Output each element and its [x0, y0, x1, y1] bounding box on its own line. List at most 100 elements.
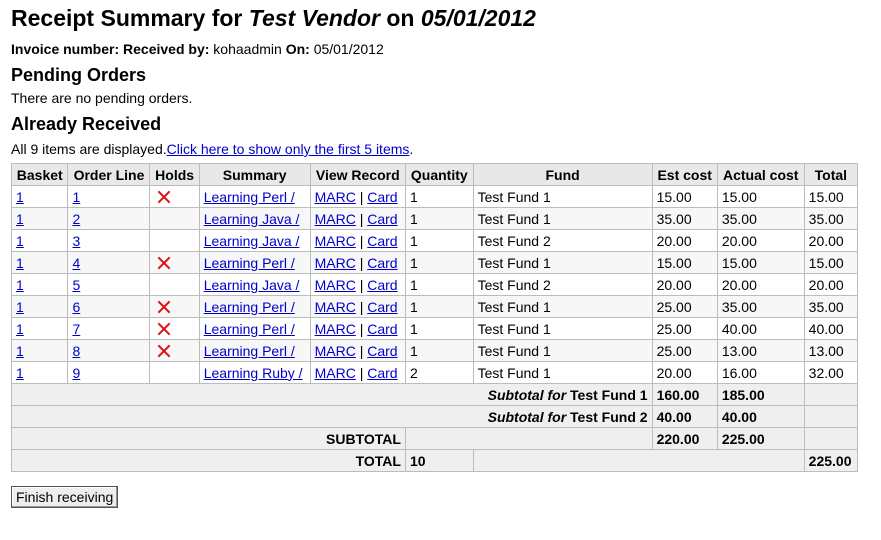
table-row: 1 4 Learning Perl / MARC | Card 1 Test Fund 1…	[10, 251, 859, 274]
card-link[interactable]: Card	[367, 277, 397, 293]
red-x-icon	[156, 343, 172, 359]
basket-link[interactable]: 1	[16, 277, 24, 293]
quantity-cell: 1	[404, 207, 474, 230]
total-cell: 20.00	[803, 273, 859, 296]
marc-link[interactable]: MARC	[315, 211, 356, 227]
subtotal-label: SUBTOTAL	[11, 427, 406, 450]
order-line-link[interactable]: 3	[72, 233, 80, 249]
card-link[interactable]: Card	[367, 365, 397, 381]
card-link[interactable]: Card	[367, 255, 397, 271]
order-line-link[interactable]: 2	[72, 211, 80, 227]
actual-cost-cell: 15.00	[716, 185, 805, 208]
basket-link[interactable]: 1	[16, 321, 24, 337]
order-line-link[interactable]: 4	[72, 255, 80, 271]
total-cell: 15.00	[803, 185, 859, 208]
order-line-link[interactable]: 1	[72, 189, 80, 205]
summary-link[interactable]: Learning Perl /	[204, 321, 295, 337]
col-quantity: Quantity	[404, 163, 474, 186]
card-link[interactable]: Card	[367, 211, 397, 227]
total-row: TOTAL 10 225.00	[11, 449, 859, 472]
summary-link[interactable]: Learning Java /	[204, 233, 300, 249]
show-first-5-link[interactable]: Click here to show only the first 5 item…	[167, 141, 410, 157]
marc-link[interactable]: MARC	[315, 277, 356, 293]
marc-link[interactable]: MARC	[315, 255, 356, 271]
est-cost-cell: 15.00	[651, 251, 718, 274]
table-row: 1 1 Learning Perl / MARC | Card 1 Test Fund 1…	[10, 185, 859, 208]
col-view-record: View Record	[309, 163, 406, 186]
basket-link[interactable]: 1	[16, 211, 24, 227]
basket-link[interactable]: 1	[16, 233, 24, 249]
card-link[interactable]: Card	[367, 233, 397, 249]
col-holds: Holds	[149, 163, 200, 186]
received-by-value: kohaadmin	[213, 41, 282, 57]
order-line-link[interactable]: 8	[72, 343, 80, 359]
quantity-cell: 1	[404, 251, 474, 274]
marc-link[interactable]: MARC	[315, 233, 356, 249]
quantity-cell: 2	[404, 361, 474, 384]
summary-link[interactable]: Learning Perl /	[204, 255, 295, 271]
marc-link[interactable]: MARC	[315, 321, 356, 337]
table-header-row: Basket Order Line Holds Summary View Rec…	[10, 163, 859, 186]
page-title: Receipt Summary for Test Vendor on 05/01…	[11, 5, 536, 31]
summary-link[interactable]: Learning Perl /	[204, 343, 295, 359]
red-x-icon	[156, 321, 172, 337]
est-cost-cell: 20.00	[651, 273, 718, 296]
actual-cost-cell: 13.00	[716, 339, 805, 362]
col-summary: Summary	[198, 163, 311, 186]
already-received-heading: Already Received	[11, 114, 162, 134]
quantity-cell: 1	[404, 317, 474, 340]
items-displayed-text: All 9 items are displayed.Click here to …	[11, 141, 414, 157]
card-link[interactable]: Card	[367, 321, 397, 337]
marc-link[interactable]: MARC	[315, 189, 356, 205]
quantity-cell: 1	[404, 185, 474, 208]
card-link[interactable]: Card	[367, 343, 397, 359]
card-link[interactable]: Card	[367, 299, 397, 315]
vendor-name: Test Vendor	[248, 5, 380, 31]
basket-link[interactable]: 1	[16, 343, 24, 359]
col-basket: Basket	[10, 163, 69, 186]
actual-cost-cell: 20.00	[716, 273, 805, 296]
order-line-link[interactable]: 7	[72, 321, 80, 337]
summary-link[interactable]: Learning Java /	[204, 277, 300, 293]
pending-orders-heading: Pending Orders	[11, 65, 147, 85]
total-cell: 13.00	[803, 339, 859, 362]
total-cell: 40.00	[803, 317, 859, 340]
col-fund: Fund	[472, 163, 653, 186]
summary-link[interactable]: Learning Java /	[204, 211, 300, 227]
col-order-line: Order Line	[67, 163, 151, 186]
order-line-link[interactable]: 6	[72, 299, 80, 315]
subtotal-est: 160.00	[651, 383, 718, 406]
received-items-table: Basket Order Line Holds Summary View Rec…	[10, 163, 859, 472]
receipt-date: 05/01/2012	[420, 5, 536, 31]
est-cost-cell: 25.00	[651, 317, 718, 340]
on-label: On:	[285, 41, 310, 57]
card-link[interactable]: Card	[367, 189, 397, 205]
basket-link[interactable]: 1	[16, 299, 24, 315]
basket-link[interactable]: 1	[16, 189, 24, 205]
table-row: 1 7 Learning Perl / MARC | Card 1 Test Fund 1…	[10, 317, 859, 340]
quantity-cell: 1	[404, 339, 474, 362]
order-line-link[interactable]: 5	[72, 277, 80, 293]
total-cell: 35.00	[803, 207, 859, 230]
basket-link[interactable]: 1	[16, 365, 24, 381]
invoice-number-label: Invoice number:	[11, 41, 120, 57]
marc-link[interactable]: MARC	[315, 299, 356, 315]
fund-cell: Test Fund 1	[472, 295, 653, 318]
basket-link[interactable]: 1	[16, 255, 24, 271]
total-quantity: 10	[404, 449, 474, 472]
table-row: 1 3 Learning Java / MARC | Card 1 Test Fund 2…	[10, 229, 859, 252]
table-row: 1 2 Learning Java / MARC | Card 1 Test Fund 1…	[10, 207, 859, 230]
finish-receiving-button[interactable]: Finish receiving	[11, 486, 119, 508]
subtotal-row: SUBTOTAL 220.00 225.00	[11, 427, 859, 450]
actual-cost-cell: 16.00	[716, 361, 805, 384]
marc-link[interactable]: MARC	[315, 365, 356, 381]
summary-link[interactable]: Learning Perl /	[204, 299, 295, 315]
marc-link[interactable]: MARC	[315, 343, 356, 359]
order-line-link[interactable]: 9	[72, 365, 80, 381]
total-cell: 20.00	[803, 229, 859, 252]
summary-link[interactable]: Learning Ruby /	[204, 365, 303, 381]
actual-cost-cell: 40.00	[716, 317, 805, 340]
summary-link[interactable]: Learning Perl /	[204, 189, 295, 205]
fund-cell: Test Fund 2	[472, 273, 653, 296]
quantity-cell: 1	[404, 295, 474, 318]
